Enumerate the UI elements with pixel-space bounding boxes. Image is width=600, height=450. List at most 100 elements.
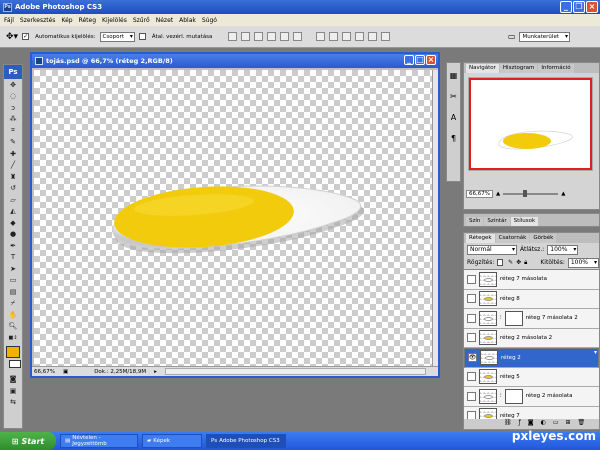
slice-tool-icon[interactable]: ✎: [4, 137, 22, 149]
swap-colors-icon[interactable]: ■↕: [4, 332, 22, 344]
auto-select-dropdown[interactable]: Csoport: [99, 31, 135, 42]
healing-tool-icon[interactable]: ✚: [4, 148, 22, 160]
mask-link-icon[interactable]: ⁝: [500, 315, 502, 321]
doc-maximize-button[interactable]: □: [415, 55, 425, 65]
minimize-button[interactable]: _: [560, 1, 572, 13]
delete-layer-icon[interactable]: 🗑︎: [578, 419, 586, 429]
path-select-tool-icon[interactable]: ➤: [4, 263, 22, 275]
lock-position-icon[interactable]: ✥: [516, 259, 521, 266]
magic-wand-tool-icon[interactable]: ⁂: [4, 114, 22, 126]
crop-tool-icon[interactable]: ⌗: [4, 125, 22, 137]
menu-file[interactable]: Fájl: [4, 17, 14, 24]
layer-row[interactable]: ⁝ réteg 2 másolata: [464, 387, 599, 407]
foreground-color-swatch[interactable]: [6, 345, 20, 358]
show-transform-checkbox[interactable]: [138, 33, 146, 40]
start-button[interactable]: ⊞ Start: [0, 432, 56, 450]
auto-select-checkbox[interactable]: ✓: [22, 33, 30, 40]
hand-tool-icon[interactable]: ✋: [4, 309, 22, 321]
tab-channels[interactable]: Csatornák: [495, 234, 530, 243]
blend-mode-dropdown[interactable]: Normál: [467, 244, 517, 255]
align-hcenter-icon[interactable]: [280, 32, 290, 41]
tab-paths[interactable]: Görbék: [530, 234, 557, 243]
menu-filter[interactable]: Szűrő: [133, 17, 150, 24]
tab-histogram[interactable]: Hisztogram: [499, 64, 538, 73]
move-tool-icon[interactable]: ✥▾: [6, 32, 18, 42]
doc-close-button[interactable]: ×: [426, 55, 436, 65]
navigator-zoom-field[interactable]: 66,67%: [466, 190, 493, 198]
zoom-out-icon[interactable]: ▲: [496, 191, 500, 197]
link-layers-icon[interactable]: ⛓: [504, 419, 512, 429]
marquee-tool-icon[interactable]: ◌: [4, 91, 22, 103]
zoom-in-icon[interactable]: ▲: [561, 191, 565, 197]
visibility-eye-icon[interactable]: [467, 294, 476, 304]
stamp-tool-icon[interactable]: ♜: [4, 171, 22, 183]
dodge-tool-icon[interactable]: ●: [4, 229, 22, 241]
restore-button[interactable]: ❐: [573, 1, 585, 13]
new-group-icon[interactable]: ▭: [553, 419, 559, 429]
bucket-tool-icon[interactable]: ◭: [4, 206, 22, 218]
lock-pixels-icon[interactable]: ✎: [508, 259, 513, 266]
doc-info-icon[interactable]: ▣: [63, 369, 68, 375]
lock-transparency-icon[interactable]: [497, 259, 504, 266]
distribute-vcenter-icon[interactable]: [329, 32, 339, 41]
lock-all-icon[interactable]: 🔒︎: [524, 259, 527, 267]
add-mask-icon[interactable]: ◙: [528, 419, 534, 429]
character-panel-icon[interactable]: A: [447, 108, 460, 126]
task-photoshop[interactable]: Ps Adobe Photoshop CS3: [206, 434, 286, 448]
tab-styles[interactable]: Stílusok: [510, 217, 539, 226]
layer-style-icon[interactable]: ƒ: [519, 419, 521, 429]
opacity-field[interactable]: 100%: [547, 244, 579, 255]
adjustment-layer-icon[interactable]: ◐: [541, 419, 546, 429]
navigator-preview[interactable]: [468, 77, 593, 171]
move-tool-icon[interactable]: ✥: [4, 79, 22, 91]
tab-info[interactable]: Információ: [538, 64, 574, 73]
quick-mask-icon[interactable]: ◙: [4, 374, 22, 386]
zoom-tool-icon[interactable]: 🔍︎: [4, 321, 22, 333]
history-brush-tool-icon[interactable]: ↺: [4, 183, 22, 195]
align-bottom-icon[interactable]: [254, 32, 264, 41]
menu-image[interactable]: Kép: [61, 17, 72, 24]
layer-row[interactable]: réteg 5: [464, 367, 599, 387]
paragraph-panel-icon[interactable]: ¶: [447, 129, 460, 147]
tab-color[interactable]: Szín: [466, 217, 484, 226]
layer-mask-thumbnail[interactable]: [504, 388, 523, 404]
doc-minimize-button[interactable]: _: [404, 55, 414, 65]
visibility-eye-icon[interactable]: [467, 333, 476, 343]
zoom-slider[interactable]: [503, 190, 559, 197]
distribute-right-icon[interactable]: [381, 32, 391, 41]
screen-mode-icon[interactable]: ▣: [4, 385, 22, 397]
document-canvas[interactable]: [34, 70, 434, 366]
menu-edit[interactable]: Szerkesztés: [20, 17, 56, 24]
blur-tool-icon[interactable]: ◆: [4, 217, 22, 229]
layer-row[interactable]: réteg 7 másolata: [464, 270, 599, 290]
pen-tool-icon[interactable]: ✒: [4, 240, 22, 252]
lasso-tool-icon[interactable]: ↄ: [4, 102, 22, 114]
statusbar-arrow-icon[interactable]: ▸: [154, 369, 157, 375]
menu-window[interactable]: Ablak: [179, 17, 196, 24]
new-layer-icon[interactable]: ⊞: [566, 419, 571, 429]
align-left-icon[interactable]: [267, 32, 277, 41]
distribute-left-icon[interactable]: [355, 32, 365, 41]
visibility-eye-icon[interactable]: [467, 274, 476, 284]
horizontal-scrollbar[interactable]: [164, 368, 426, 375]
tab-navigator[interactable]: Navigátor: [466, 64, 499, 73]
visibility-eye-icon[interactable]: 👁︎: [468, 353, 477, 363]
layer-row[interactable]: réteg 2 másolata 2: [464, 328, 599, 348]
tab-swatches[interactable]: Színtár: [484, 217, 510, 226]
align-top-icon[interactable]: [228, 32, 238, 41]
mask-link-icon[interactable]: ⁝: [500, 393, 502, 399]
vertical-scrollbar[interactable]: [432, 70, 438, 366]
eraser-tool-icon[interactable]: ▱: [4, 194, 22, 206]
brush-tool-icon[interactable]: ╱: [4, 160, 22, 172]
menu-help[interactable]: Súgó: [202, 17, 217, 24]
visibility-eye-icon[interactable]: [467, 372, 476, 382]
align-right-icon[interactable]: [293, 32, 303, 41]
tab-layers[interactable]: Rétegek: [466, 234, 495, 243]
layer-row[interactable]: 👁︎ réteg 2: [464, 348, 599, 368]
align-vcenter-icon[interactable]: [241, 32, 251, 41]
type-tool-icon[interactable]: T: [4, 252, 22, 264]
edit-in-imageready-icon[interactable]: ⇆: [4, 397, 22, 409]
task-pictures[interactable]: ▰ Képek: [142, 434, 202, 448]
menu-layer[interactable]: Réteg: [79, 17, 96, 24]
shape-tool-icon[interactable]: ▭: [4, 275, 22, 287]
